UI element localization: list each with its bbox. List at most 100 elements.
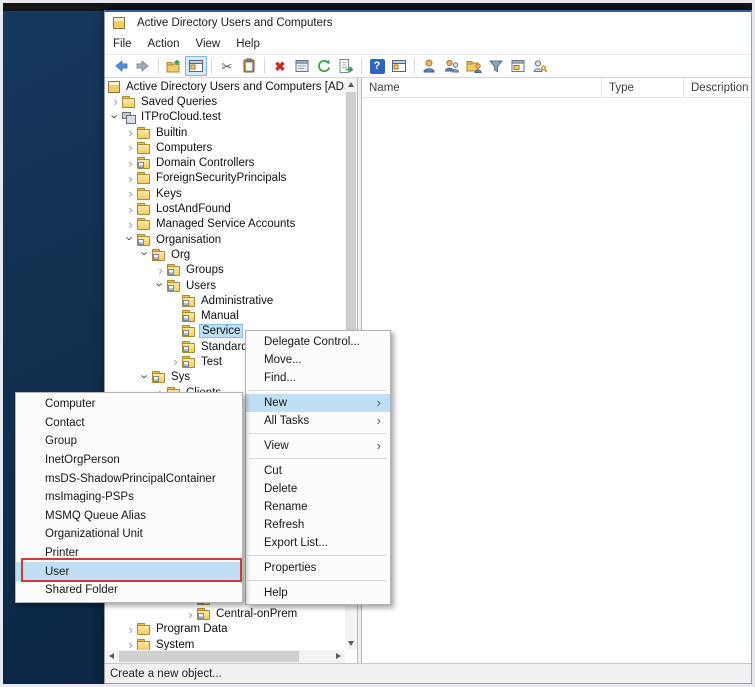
menu-item-delete[interactable]: Delete bbox=[246, 480, 390, 498]
new-group-icon[interactable] bbox=[441, 56, 463, 76]
chevron-collapsed-icon[interactable] bbox=[154, 264, 167, 277]
console-window-icon[interactable] bbox=[388, 56, 410, 76]
column-header-name[interactable]: Name bbox=[362, 78, 602, 97]
menu-item-move[interactable]: Move... bbox=[246, 351, 390, 369]
menu-help[interactable]: Help bbox=[228, 36, 268, 52]
help-icon[interactable]: ? bbox=[366, 56, 388, 76]
chevron-collapsed-icon[interactable] bbox=[124, 187, 137, 200]
tree-item-groups[interactable]: Groups bbox=[105, 263, 345, 278]
show-console-tree-icon[interactable] bbox=[185, 56, 207, 76]
selected-tree-label: Service bbox=[199, 324, 243, 338]
tree-item-org[interactable]: Org bbox=[105, 247, 345, 262]
tree-item-root[interactable]: Active Directory Users and Computers [AD… bbox=[105, 79, 345, 94]
submenu-item-msmq-queue-alias[interactable]: MSMQ Queue Alias bbox=[16, 507, 242, 526]
export-list-icon[interactable] bbox=[335, 56, 357, 76]
chevron-expanded-icon[interactable] bbox=[154, 279, 167, 292]
chevron-expanded-icon[interactable] bbox=[139, 371, 152, 384]
tree-item-lost-and-found[interactable]: LostAndFound bbox=[105, 201, 345, 216]
chevron-expanded-icon[interactable] bbox=[109, 111, 122, 124]
up-one-level-icon[interactable] bbox=[163, 56, 185, 76]
column-header-type[interactable]: Type bbox=[602, 78, 684, 97]
chevron-collapsed-icon[interactable] bbox=[124, 218, 137, 231]
tree-item-central-onprem[interactable]: Central-onPrem bbox=[105, 607, 345, 622]
menu-item-new[interactable]: New bbox=[246, 394, 390, 412]
chevron-collapsed-icon[interactable] bbox=[124, 157, 137, 170]
chevron-collapsed-icon[interactable] bbox=[109, 95, 122, 108]
tree-item-manual[interactable]: Manual bbox=[105, 308, 345, 323]
tree-item-administrative[interactable]: Administrative bbox=[105, 293, 345, 308]
menu-view[interactable]: View bbox=[188, 36, 229, 52]
title-bar[interactable]: Active Directory Users and Computers bbox=[105, 12, 751, 34]
tree-item-foreign-security-principals[interactable]: ForeignSecurityPrincipals bbox=[105, 171, 345, 186]
ou-icon bbox=[137, 234, 152, 246]
new-user-icon[interactable] bbox=[419, 56, 441, 76]
menu-item-cut[interactable]: Cut bbox=[246, 462, 390, 480]
menu-item-properties[interactable]: Properties bbox=[246, 559, 390, 577]
menu-file[interactable]: File bbox=[105, 36, 140, 52]
chevron-collapsed-icon[interactable] bbox=[124, 203, 137, 216]
submenu-item-msds-shadowprincipalcontainer[interactable]: msDS-ShadowPrincipalContainer bbox=[16, 469, 242, 488]
column-header-description[interactable]: Description bbox=[684, 78, 751, 97]
chevron-collapsed-icon[interactable] bbox=[124, 172, 137, 185]
list-body-empty[interactable] bbox=[362, 98, 751, 663]
scroll-left-icon[interactable] bbox=[109, 653, 114, 659]
properties-icon[interactable] bbox=[291, 56, 313, 76]
set-password-icon[interactable] bbox=[529, 56, 551, 76]
submenu-item-msimaging-psps[interactable]: msImaging-PSPs bbox=[16, 488, 242, 507]
menu-item-refresh[interactable]: Refresh bbox=[246, 516, 390, 534]
menu-item-view[interactable]: View bbox=[246, 437, 390, 455]
tree-item-managed-service-accounts[interactable]: Managed Service Accounts bbox=[105, 217, 345, 232]
paste-icon[interactable] bbox=[238, 56, 260, 76]
submenu-item-contact[interactable]: Contact bbox=[16, 414, 242, 433]
chevron-expanded-icon[interactable] bbox=[124, 233, 137, 246]
folder-icon bbox=[137, 639, 152, 650]
tree-item-builtin[interactable]: Builtin bbox=[105, 125, 345, 140]
scroll-up-icon[interactable] bbox=[348, 82, 354, 87]
tree-item-organisation[interactable]: Organisation bbox=[105, 232, 345, 247]
menu-item-export-list[interactable]: Export List... bbox=[246, 534, 390, 552]
menu-separator bbox=[246, 552, 390, 559]
menu-item-all-tasks[interactable]: All Tasks bbox=[246, 412, 390, 430]
tree-item-users[interactable]: Users bbox=[105, 278, 345, 293]
ou-icon bbox=[152, 371, 167, 383]
view-options-icon[interactable] bbox=[507, 56, 529, 76]
tree-item-keys[interactable]: Keys bbox=[105, 186, 345, 201]
chevron-collapsed-icon[interactable] bbox=[124, 126, 137, 139]
menu-item-help[interactable]: Help bbox=[246, 584, 390, 602]
tree-item-saved-queries[interactable]: Saved Queries bbox=[105, 94, 345, 109]
menu-separator bbox=[246, 455, 390, 462]
chevron-collapsed-icon[interactable] bbox=[184, 608, 197, 621]
chevron-collapsed-icon[interactable] bbox=[124, 623, 137, 636]
delete-icon[interactable]: ✖ bbox=[269, 56, 291, 76]
menu-item-delegate-control[interactable]: Delegate Control... bbox=[246, 333, 390, 351]
tree-item-program-data[interactable]: Program Data bbox=[105, 622, 345, 637]
forward-icon[interactable] bbox=[132, 56, 154, 76]
scroll-down-icon[interactable] bbox=[348, 641, 354, 646]
horizontal-scroll-thumb[interactable] bbox=[119, 651, 299, 662]
tree-horizontal-scrollbar[interactable] bbox=[105, 650, 345, 663]
folder-icon bbox=[137, 188, 152, 200]
refresh-icon[interactable] bbox=[313, 56, 335, 76]
chevron-collapsed-icon[interactable] bbox=[169, 355, 182, 368]
filter-icon[interactable] bbox=[485, 56, 507, 76]
tree-item-system[interactable]: System bbox=[105, 637, 345, 650]
submenu-item-group[interactable]: Group bbox=[16, 432, 242, 451]
add-to-group-icon[interactable] bbox=[463, 56, 485, 76]
menu-item-rename[interactable]: Rename bbox=[246, 498, 390, 516]
submenu-item-inetorgperson[interactable]: InetOrgPerson bbox=[16, 451, 242, 470]
ou-icon bbox=[182, 295, 197, 307]
menu-item-find[interactable]: Find... bbox=[246, 369, 390, 387]
scroll-right-icon[interactable] bbox=[336, 653, 341, 659]
tree-item-domain-controllers[interactable]: Domain Controllers bbox=[105, 155, 345, 170]
cut-icon[interactable]: ✂ bbox=[216, 56, 238, 76]
menu-action[interactable]: Action bbox=[140, 36, 188, 52]
chevron-expanded-icon[interactable] bbox=[139, 248, 152, 261]
chevron-collapsed-icon[interactable] bbox=[124, 141, 137, 154]
tree-item-computers[interactable]: Computers bbox=[105, 140, 345, 155]
tree-item-domain[interactable]: ITProCloud.test bbox=[105, 110, 345, 125]
submenu-item-computer[interactable]: Computer bbox=[16, 395, 242, 414]
submenu-item-organizational-unit[interactable]: Organizational Unit bbox=[16, 525, 242, 544]
chevron-collapsed-icon[interactable] bbox=[124, 638, 137, 650]
back-icon[interactable] bbox=[110, 56, 132, 76]
submenu-item-shared-folder[interactable]: Shared Folder bbox=[16, 581, 242, 600]
